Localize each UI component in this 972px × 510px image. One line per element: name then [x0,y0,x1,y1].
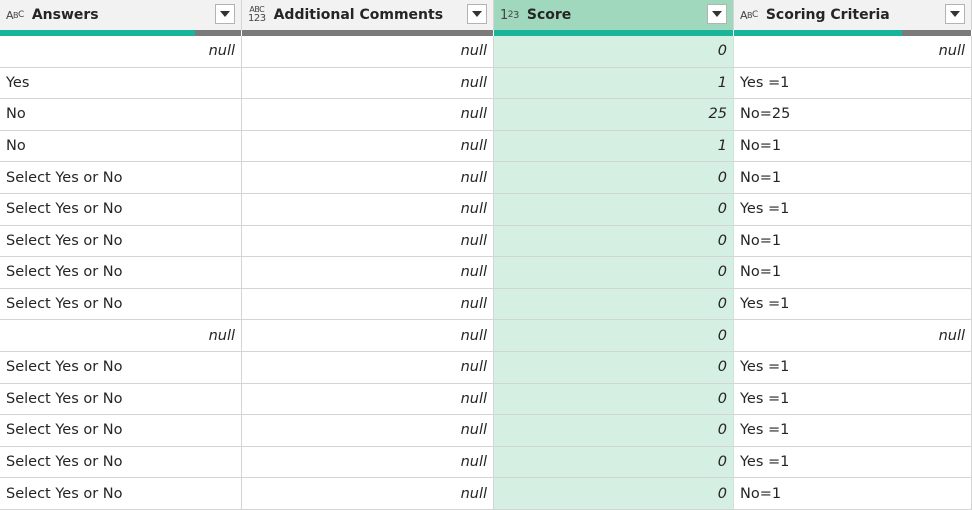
cell-score[interactable]: 1 [494,130,734,163]
filter-dropdown-button[interactable] [945,4,965,24]
cell-additional-comments[interactable]: null [242,162,494,194]
text-type-icon[interactable]: ABC [740,9,758,22]
cell-scoring-criteria[interactable]: null [734,36,972,68]
cell-scoring-criteria[interactable]: No=1 [734,257,972,289]
chevron-down-icon [950,11,960,17]
table-row[interactable]: Select Yes or No null 0 Yes =1 [0,446,972,479]
column-header-row: ABC Answers ABC 123 Additional Comments 1… [0,0,972,30]
filter-dropdown-button[interactable] [467,4,487,24]
cell-additional-comments[interactable]: null [242,415,494,447]
cell-additional-comments[interactable]: null [242,383,494,416]
cell-score[interactable]: 0 [494,446,734,479]
filter-dropdown-button[interactable] [707,4,727,24]
cell-scoring-criteria[interactable]: Yes =1 [734,351,972,384]
cell-scoring-criteria[interactable]: No=1 [734,478,972,510]
cell-score[interactable]: 0 [494,225,734,258]
cell-additional-comments[interactable]: null [242,193,494,226]
cell-additional-comments[interactable]: null [242,478,494,510]
cell-additional-comments[interactable]: null [242,446,494,479]
cell-answers[interactable]: Select Yes or No [0,225,242,258]
cell-additional-comments[interactable]: null [242,99,494,131]
cell-score[interactable]: 0 [494,351,734,384]
chevron-down-icon [472,11,482,17]
cell-answers[interactable]: Select Yes or No [0,478,242,510]
table-row[interactable]: Select Yes or No null 0 Yes =1 [0,193,972,226]
cell-score[interactable]: 0 [494,288,734,321]
table-row[interactable]: Select Yes or No null 0 No=1 [0,478,972,510]
column-header-answers[interactable]: ABC Answers [0,0,242,30]
column-label: Score [526,7,572,23]
cell-score[interactable]: 0 [494,162,734,194]
cell-score[interactable]: 0 [494,193,734,226]
cell-scoring-criteria[interactable]: Yes =1 [734,415,972,447]
column-label: Scoring Criteria [765,7,890,23]
table-row[interactable]: No null 25 No=25 [0,99,972,131]
cell-score[interactable]: 0 [494,36,734,68]
cell-scoring-criteria[interactable]: No=25 [734,99,972,131]
cell-additional-comments[interactable]: null [242,257,494,289]
cell-scoring-criteria[interactable]: Yes =1 [734,383,972,416]
cell-scoring-criteria[interactable]: Yes =1 [734,193,972,226]
cell-answers[interactable]: Select Yes or No [0,415,242,447]
cell-scoring-criteria[interactable]: No=1 [734,130,972,163]
cell-answers[interactable]: Select Yes or No [0,288,242,321]
cell-answers[interactable]: Yes [0,67,242,100]
cell-additional-comments[interactable]: null [242,351,494,384]
cell-score[interactable]: 1 [494,67,734,100]
cell-additional-comments[interactable]: null [242,288,494,321]
chevron-down-icon [712,11,722,17]
cell-score[interactable]: 0 [494,415,734,447]
cell-scoring-criteria[interactable]: No=1 [734,225,972,258]
cell-score[interactable]: 0 [494,478,734,510]
cell-additional-comments[interactable]: null [242,225,494,258]
any-type-icon[interactable]: ABC 123 [248,6,266,24]
cell-answers[interactable]: Select Yes or No [0,446,242,479]
cell-answers[interactable]: Select Yes or No [0,257,242,289]
column-label: Answers [31,7,99,23]
table-row[interactable]: Select Yes or No null 0 No=1 [0,162,972,194]
column-header-score[interactable]: 123 Score [494,0,734,30]
number-type-icon[interactable]: 123 [500,8,519,23]
cell-score[interactable]: 0 [494,257,734,289]
cell-answers[interactable]: null [0,36,242,68]
table-row[interactable]: null null 0 null [0,36,972,68]
filter-dropdown-button[interactable] [215,4,235,24]
cell-scoring-criteria[interactable]: Yes =1 [734,67,972,100]
cell-scoring-criteria[interactable]: Yes =1 [734,288,972,321]
cell-scoring-criteria[interactable]: null [734,320,972,352]
cell-answers[interactable]: No [0,99,242,131]
cell-scoring-criteria[interactable]: No=1 [734,162,972,194]
column-header-additional-comments[interactable]: ABC 123 Additional Comments [242,0,494,30]
table-row[interactable]: Select Yes or No null 0 Yes =1 [0,351,972,384]
cell-answers[interactable]: Select Yes or No [0,162,242,194]
table-row[interactable]: Select Yes or No null 0 No=1 [0,225,972,258]
cell-score[interactable]: 0 [494,383,734,416]
table-body: null null 0 null Yes null 1 Yes =1 No null 25 No=25… [0,36,972,510]
cell-answers[interactable]: Select Yes or No [0,351,242,384]
table-row[interactable]: No null 1 No=1 [0,130,972,163]
cell-additional-comments[interactable]: null [242,130,494,163]
cell-answers[interactable]: Select Yes or No [0,193,242,226]
column-label: Additional Comments [273,7,444,23]
cell-additional-comments[interactable]: null [242,67,494,100]
column-header-scoring-criteria[interactable]: ABC Scoring Criteria [734,0,972,30]
table-row[interactable]: null null 0 null [0,320,972,352]
cell-additional-comments[interactable]: null [242,36,494,68]
cell-score[interactable]: 0 [494,320,734,352]
table-row[interactable]: Select Yes or No null 0 Yes =1 [0,383,972,416]
cell-answers[interactable]: No [0,130,242,163]
table-row[interactable]: Select Yes or No null 0 No=1 [0,257,972,289]
chevron-down-icon [220,11,230,17]
table-row[interactable]: Select Yes or No null 0 Yes =1 [0,288,972,321]
cell-scoring-criteria[interactable]: Yes =1 [734,446,972,479]
cell-answers[interactable]: null [0,320,242,352]
cell-answers[interactable]: Select Yes or No [0,383,242,416]
text-type-icon[interactable]: ABC [6,9,24,22]
table-row[interactable]: Select Yes or No null 0 Yes =1 [0,415,972,447]
table-row[interactable]: Yes null 1 Yes =1 [0,67,972,100]
cell-score[interactable]: 25 [494,99,734,131]
data-grid: ABC Answers ABC 123 Additional Comments 1… [0,0,972,510]
cell-additional-comments[interactable]: null [242,320,494,352]
